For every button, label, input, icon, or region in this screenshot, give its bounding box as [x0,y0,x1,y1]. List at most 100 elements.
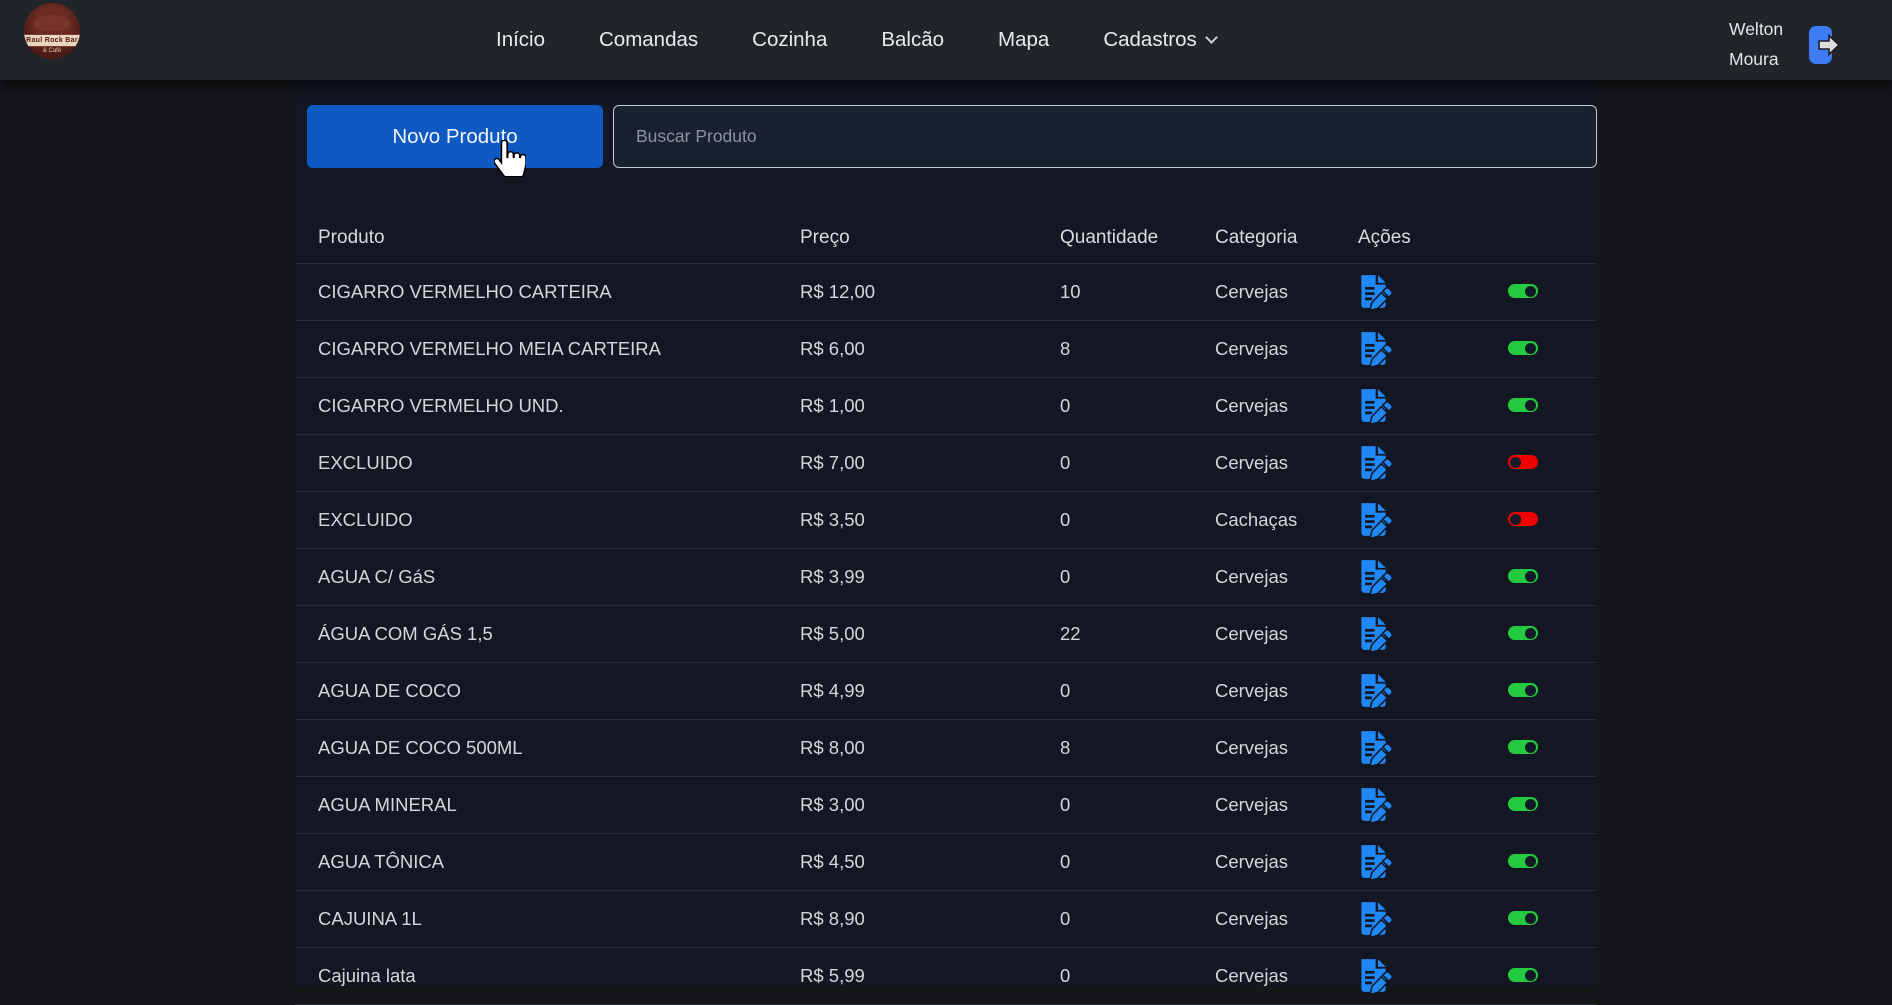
product-active-toggle[interactable] [1508,683,1538,697]
toggle-knob [1525,913,1536,924]
toggle-knob [1510,514,1521,525]
edit-product-button[interactable] [1358,956,1394,996]
actions-cell [1358,956,1508,996]
price-cell: R$ 6,00 [800,338,1060,360]
status-cell [1508,965,1597,987]
product-active-toggle[interactable] [1508,626,1538,640]
price-cell: R$ 3,99 [800,566,1060,588]
product-active-toggle[interactable] [1508,398,1538,412]
edit-product-button[interactable] [1358,671,1394,711]
edit-product-button[interactable] [1358,557,1394,597]
quantity-cell: 0 [1060,452,1215,474]
file-pen-icon [1358,786,1392,824]
category-cell: Cervejas [1215,623,1358,645]
table-row: Cajuina lataR$ 5,990Cervejas [295,948,1597,1005]
edit-product-button[interactable] [1358,386,1394,426]
logout-door-arrow-icon [1806,24,1842,66]
search-product-input[interactable] [613,105,1597,168]
price-cell: R$ 3,50 [800,509,1060,531]
file-pen-icon [1358,444,1392,482]
category-cell: Cachaças [1215,509,1358,531]
status-cell [1508,908,1597,930]
product-active-toggle[interactable] [1508,569,1538,583]
actions-cell [1358,842,1508,882]
product-active-toggle[interactable] [1508,854,1538,868]
file-pen-icon [1358,672,1392,710]
product-name-cell: CIGARRO VERMELHO MEIA CARTEIRA [318,338,800,360]
product-name-cell: CAJUINA 1L [318,908,800,930]
category-cell: Cervejas [1215,737,1358,759]
nav-item-cadastros[interactable]: Cadastros [1103,28,1215,52]
edit-product-button[interactable] [1358,614,1394,654]
status-cell [1508,395,1597,417]
quantity-cell: 0 [1060,566,1215,588]
product-active-toggle[interactable] [1508,797,1538,811]
category-cell: Cervejas [1215,851,1358,873]
column-header-preco: Preço [800,227,1060,249]
actions-cell [1358,899,1508,939]
nav-item-comandas[interactable]: Comandas [599,28,698,52]
price-cell: R$ 8,00 [800,737,1060,759]
column-header-produto: Produto [318,227,800,249]
quantity-cell: 8 [1060,737,1215,759]
product-active-toggle[interactable] [1508,968,1538,982]
new-product-button[interactable]: Novo Produto [307,105,603,168]
nav-item-mapa[interactable]: Mapa [998,28,1049,52]
toggle-knob [1525,628,1536,639]
edit-product-button[interactable] [1358,728,1394,768]
column-header-acoes: Ações [1358,227,1508,249]
quantity-cell: 10 [1060,281,1215,303]
category-cell: Cervejas [1215,338,1358,360]
nav-item-inicio[interactable]: Início [496,28,545,52]
status-cell [1508,680,1597,702]
products-table: Produto Preço Quantidade Categoria Ações… [295,212,1597,1005]
edit-product-button[interactable] [1358,785,1394,825]
table-row: CIGARRO VERMELHO UND.R$ 1,000Cervejas [295,378,1597,435]
table-row: CIGARRO VERMELHO CARTEIRAR$ 12,0010Cerve… [295,264,1597,321]
product-name-cell: AGUA C/ GáS [318,566,800,588]
table-row: EXCLUIDOR$ 3,500Cachaças [295,492,1597,549]
table-row: AGUA DE COCOR$ 4,990Cervejas [295,663,1597,720]
product-active-toggle[interactable] [1508,740,1538,754]
category-cell: Cervejas [1215,281,1358,303]
product-active-toggle[interactable] [1508,911,1538,925]
product-name-cell: AGUA TÔNICA [318,851,800,873]
actions-cell [1358,557,1508,597]
toggle-knob [1525,970,1536,981]
product-active-toggle[interactable] [1508,512,1538,526]
product-active-toggle[interactable] [1508,284,1538,298]
nav-item-balcao[interactable]: Balcão [881,28,944,52]
table-row: AGUA C/ GáSR$ 3,990Cervejas [295,549,1597,606]
file-pen-icon [1358,900,1392,938]
edit-product-button[interactable] [1358,842,1394,882]
nav-item-cozinha[interactable]: Cozinha [752,28,827,52]
edit-product-button[interactable] [1358,500,1394,540]
edit-product-button[interactable] [1358,443,1394,483]
file-pen-icon [1358,387,1392,425]
edit-product-button[interactable] [1358,329,1394,369]
toggle-knob [1525,400,1536,411]
actions-cell [1358,386,1508,426]
table-body: CIGARRO VERMELHO CARTEIRAR$ 12,0010Cerve… [295,264,1597,1005]
price-cell: R$ 5,99 [800,965,1060,987]
status-cell [1508,281,1597,303]
price-cell: R$ 4,50 [800,851,1060,873]
user-first-name: Welton [1729,14,1783,44]
price-cell: R$ 7,00 [800,452,1060,474]
product-name-cell: AGUA DE COCO [318,680,800,702]
table-row: EXCLUIDOR$ 7,000Cervejas [295,435,1597,492]
status-cell [1508,737,1597,759]
actions-cell [1358,443,1508,483]
product-active-toggle[interactable] [1508,455,1538,469]
quantity-cell: 0 [1060,794,1215,816]
edit-product-button[interactable] [1358,272,1394,312]
product-active-toggle[interactable] [1508,341,1538,355]
nav-item-label: Início [496,28,545,52]
brand-logo[interactable]: Raul Rock Bar & Café [24,3,80,59]
logout-button[interactable] [1806,24,1842,66]
edit-product-button[interactable] [1358,899,1394,939]
quantity-cell: 0 [1060,680,1215,702]
quantity-cell: 0 [1060,509,1215,531]
table-row: AGUA TÔNICAR$ 4,500Cervejas [295,834,1597,891]
actions-cell [1358,785,1508,825]
